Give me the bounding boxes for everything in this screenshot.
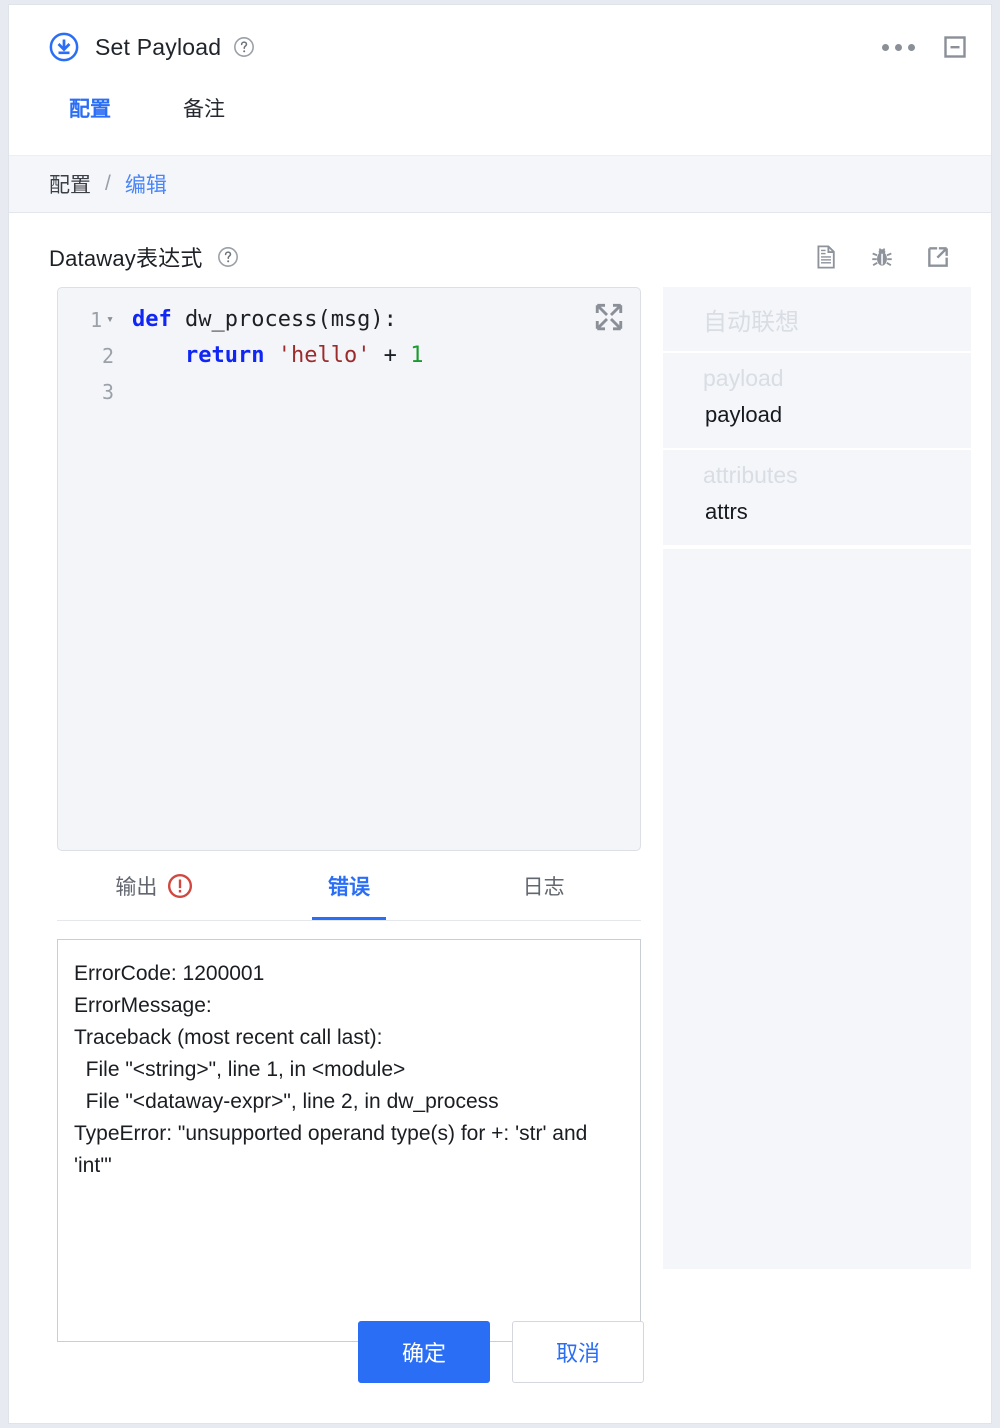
code-token-number: 1 (410, 343, 424, 368)
line-number: 2 (101, 344, 114, 368)
code-line: 1 ▾ def dw_process(msg): (58, 302, 640, 338)
minimize-square-icon[interactable] (943, 35, 967, 59)
autocomplete-group: payload payload (663, 353, 971, 450)
set-payload-dialog: Set Payload 配置 备注 配置 / 编辑 Dataway表达式 1 ▾… (8, 4, 992, 1424)
tab-remark[interactable]: 备注 (183, 89, 225, 123)
code-editor[interactable]: 1 ▾ def dw_process(msg): 2 return 'hello… (57, 287, 641, 851)
section-toolbar (813, 244, 951, 270)
section-header: Dataway表达式 (9, 213, 991, 273)
autocomplete-item[interactable]: payload (663, 398, 971, 434)
error-line: File "<dataway-expr>", line 2, in dw_pro… (74, 1090, 499, 1113)
code-content[interactable]: 1 ▾ def dw_process(msg): 2 return 'hello… (58, 288, 640, 410)
code-token-indent (132, 343, 185, 368)
tab-output[interactable]: 输出 (57, 851, 252, 920)
confirm-button[interactable]: 确定 (358, 1321, 490, 1383)
help-circle-icon[interactable] (217, 246, 239, 268)
autocomplete-group-label: payload (703, 365, 784, 391)
breadcrumb-item-config[interactable]: 配置 (49, 169, 91, 199)
line-number: 3 (101, 380, 114, 404)
autocomplete-title: 自动联想 (663, 287, 971, 353)
help-circle-icon[interactable] (233, 36, 255, 58)
section-title: Dataway表达式 (49, 246, 203, 271)
breadcrumb-item-edit[interactable]: 编辑 (125, 169, 167, 199)
code-text: return 'hello' + 1 (120, 338, 423, 374)
code-token-kw: return (184, 343, 265, 368)
code-text: def dw_process(msg): (120, 302, 397, 338)
line-number: 1 ▾ (58, 302, 120, 338)
autocomplete-empty-area (663, 547, 971, 549)
output-tabbar: 输出 错误 日志 (57, 851, 641, 921)
code-token-operator: + (370, 343, 411, 368)
autocomplete-group-label: attributes (703, 462, 798, 488)
code-token-kw: def (132, 307, 172, 332)
autocomplete-panel: 自动联想 payload payload attributes attrs (663, 287, 971, 1269)
code-token-string: 'hello' (277, 343, 371, 368)
tab-output-label: 输出 (115, 875, 158, 899)
error-line: ErrorCode: 1200001 (74, 962, 265, 985)
dialog-tabbar: 配置 备注 (9, 89, 991, 155)
work-area: 1 ▾ def dw_process(msg): 2 return 'hello… (9, 273, 991, 1342)
breadcrumb: 配置 / 编辑 (9, 155, 991, 213)
breadcrumb-separator: / (105, 172, 111, 195)
download-circle-icon (49, 32, 79, 62)
cancel-button[interactable]: 取消 (512, 1321, 644, 1383)
error-line: File "<string>", line 1, in <module> (74, 1058, 406, 1081)
fold-arrow-icon[interactable]: ▾ (106, 302, 114, 338)
external-link-icon[interactable] (925, 244, 951, 270)
code-token-plain: dw_process(msg): (171, 307, 397, 332)
bug-icon[interactable] (869, 244, 895, 270)
code-line: 3 (58, 374, 640, 410)
more-horizontal-icon[interactable] (882, 43, 915, 51)
dialog-footer: 确定 取消 (9, 1321, 991, 1383)
error-circle-icon (167, 873, 193, 899)
error-line: Traceback (most recent call last): (74, 1026, 383, 1049)
autocomplete-group: attributes attrs (663, 450, 971, 547)
autocomplete-item[interactable]: attrs (663, 495, 971, 531)
tab-config[interactable]: 配置 (69, 89, 111, 123)
dialog-header: Set Payload (9, 5, 991, 89)
error-output-box: ErrorCode: 1200001 ErrorMessage: Traceba… (57, 939, 641, 1342)
tab-error[interactable]: 错误 (252, 851, 447, 920)
error-line: ErrorMessage: (74, 994, 212, 1017)
header-actions (882, 35, 967, 59)
tab-log[interactable]: 日志 (446, 851, 641, 920)
document-icon[interactable] (813, 244, 839, 270)
error-line: TypeError: "unsupported operand type(s) … (74, 1122, 594, 1177)
collapse-arrows-icon[interactable] (594, 302, 624, 332)
code-line: 2 return 'hello' + 1 (58, 338, 640, 374)
page-title: Set Payload (95, 33, 222, 60)
